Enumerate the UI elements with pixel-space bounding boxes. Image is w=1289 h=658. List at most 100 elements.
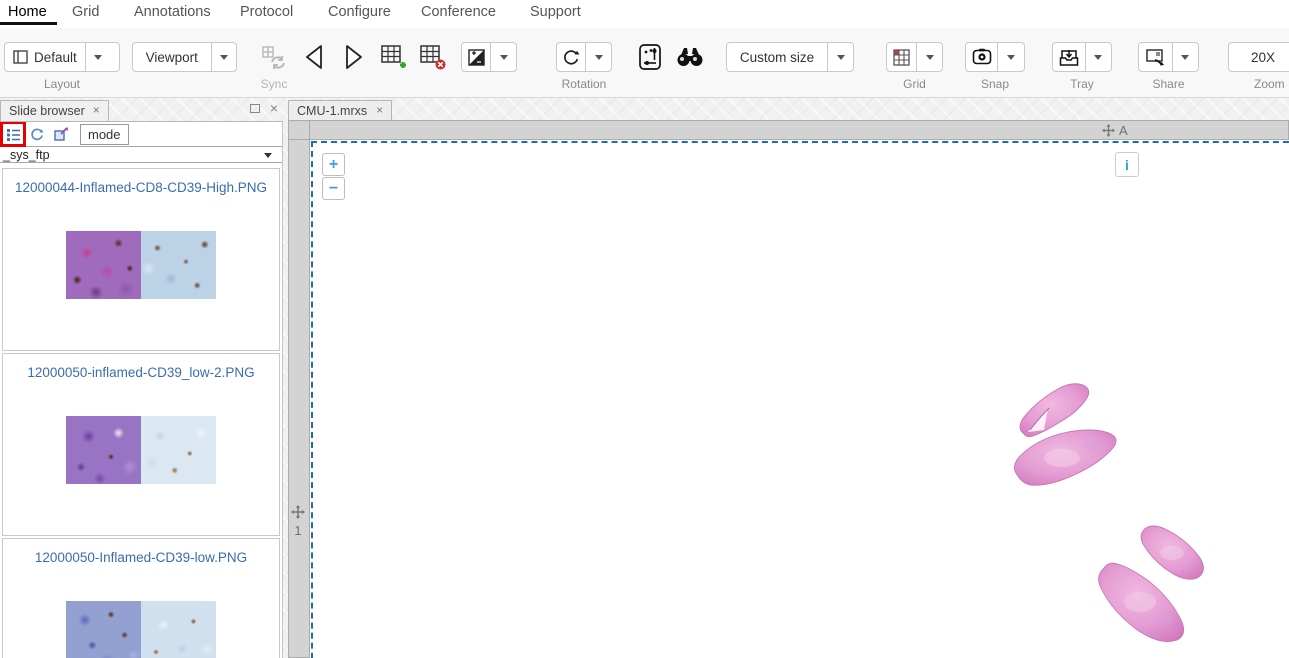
viewer-tab-close-icon[interactable]: × — [376, 104, 383, 120]
chevron-down-icon — [264, 153, 272, 158]
add-grid-group — [380, 42, 406, 72]
export-button[interactable] — [52, 125, 70, 143]
viewer-row-header: 1 — [288, 140, 310, 658]
slide-thumbnail[interactable] — [66, 231, 216, 299]
snap-group: Snap — [965, 42, 1025, 91]
brightness-contrast-icon — [468, 49, 485, 66]
folder-select[interactable]: _sys_ftp — [0, 146, 282, 163]
slide-name: 12000044-Inflamed-CD8-CD39-High.PNG — [3, 180, 279, 195]
tissue-piece-upper-large — [1014, 430, 1116, 485]
next-slide-button[interactable] — [343, 42, 365, 72]
zoom-out-button[interactable]: − — [322, 177, 345, 200]
binoculars-icon — [676, 46, 704, 68]
viewport-dropdown-button[interactable] — [211, 43, 236, 71]
viewport-group: Viewport — [132, 42, 237, 72]
menu-conference[interactable]: Conference — [421, 4, 496, 20]
slide-list-item[interactable]: 12000050-Inflamed-CD39-low.PNG — [2, 538, 280, 658]
move-icon — [291, 505, 305, 519]
custom-size-dropdown-button[interactable] — [827, 43, 853, 71]
share-group-label: Share — [1138, 77, 1199, 91]
refresh-button[interactable] — [28, 125, 46, 143]
slide-browser-tab[interactable]: Slide browser × — [0, 100, 109, 121]
zoom-group-label: Zoom — [1228, 77, 1289, 91]
sync-button[interactable] — [256, 42, 292, 72]
find-button[interactable] — [676, 42, 704, 72]
tray-button[interactable] — [1053, 43, 1085, 71]
share-group: Share — [1138, 42, 1199, 91]
share-button[interactable] — [1139, 43, 1172, 71]
rotation-group-label: Rotation — [556, 77, 612, 91]
thumbnail-right-stain — [141, 601, 216, 658]
share-icon — [1145, 48, 1166, 67]
brightness-contrast-button[interactable] — [462, 43, 490, 71]
viewer-column-header: A — [310, 120, 1289, 140]
zoom-level-button[interactable]: 20X — [1229, 43, 1289, 71]
slide-browser-toolbar: mode — [0, 122, 282, 146]
viewport-button[interactable]: Viewport — [133, 43, 211, 71]
snap-button[interactable] — [966, 43, 997, 71]
add-grid-button[interactable] — [380, 42, 406, 72]
next-group — [343, 42, 365, 72]
slide-thumbnail[interactable] — [66, 416, 216, 484]
remove-grid-button[interactable] — [419, 42, 446, 72]
share-dropdown-button[interactable] — [1172, 43, 1198, 71]
previous-slide-button[interactable] — [303, 42, 325, 72]
viewer-grid-corner — [288, 120, 310, 140]
panel-close-icon[interactable]: × — [270, 103, 278, 113]
sync-group-label: Sync — [256, 77, 292, 91]
layout-button[interactable]: Default — [5, 43, 85, 71]
brightness-group — [461, 42, 517, 72]
slide-browser-tab-close-icon[interactable]: × — [93, 104, 100, 116]
find-group — [676, 42, 704, 72]
menu-protocol[interactable]: Protocol — [240, 4, 293, 20]
column-marker[interactable]: A — [1102, 123, 1128, 138]
panel-restore-icon[interactable] — [250, 104, 260, 113]
rotation-button[interactable] — [557, 43, 585, 71]
row-marker[interactable]: 1 — [291, 505, 305, 538]
viewer-tab-label: CMU-1.mrxs — [297, 104, 367, 120]
menu-grid[interactable]: Grid — [72, 4, 99, 20]
layout-icon — [13, 50, 28, 64]
snap-dropdown-button[interactable] — [997, 43, 1024, 71]
chevron-down-icon — [1181, 55, 1189, 60]
menu-home-label: Home — [8, 4, 47, 20]
menu-home[interactable]: Home — [8, 4, 47, 20]
sync-icon — [261, 45, 287, 69]
grid-icon — [893, 49, 910, 66]
column-label: A — [1119, 123, 1128, 138]
menu-annotations[interactable]: Annotations — [134, 4, 211, 20]
zoom-in-button[interactable]: + — [322, 153, 345, 176]
refresh-icon — [30, 127, 44, 141]
slide-browser-tabrow: Slide browser × × — [0, 100, 283, 121]
toolbar: Default Layout Viewport Sync — [0, 28, 1289, 98]
chevron-down-icon — [1007, 55, 1015, 60]
grid-dropdown-button[interactable] — [916, 43, 942, 71]
grid-tool-button[interactable] — [887, 43, 916, 71]
rotation-dropdown-button[interactable] — [585, 43, 611, 71]
slide-browser-panel: mode _sys_ftp 12000044-Inflamed-CD8-CD39… — [0, 121, 283, 658]
viewer-canvas[interactable]: + − i — [310, 140, 1289, 658]
slide-list-item[interactable]: 12000050-inflamed-CD39_low-2.PNG — [2, 353, 280, 536]
image-adjustments-button[interactable] — [638, 42, 662, 72]
tray-icon — [1059, 48, 1079, 67]
tissue-sections-image — [1000, 370, 1289, 658]
sync-group: Sync — [256, 42, 292, 91]
info-button[interactable]: i — [1115, 152, 1139, 177]
tray-dropdown-button[interactable] — [1085, 43, 1111, 71]
custom-size-group: Custom size — [726, 42, 854, 72]
snap-group-label: Snap — [965, 77, 1025, 91]
mode-button[interactable]: mode — [80, 124, 129, 145]
menu-configure[interactable]: Configure — [328, 4, 391, 20]
list-view-button[interactable] — [4, 125, 22, 143]
zoom-level-value: 20X — [1251, 50, 1275, 65]
menu-support[interactable]: Support — [530, 4, 581, 20]
slide-thumbnail[interactable] — [66, 601, 216, 658]
adjustments-group — [638, 42, 662, 72]
layout-dropdown-button[interactable] — [85, 43, 111, 71]
slide-list-item[interactable]: 12000044-Inflamed-CD8-CD39-High.PNG — [2, 168, 280, 351]
custom-size-button[interactable]: Custom size — [727, 43, 827, 71]
brightness-dropdown-button[interactable] — [490, 43, 516, 71]
thumbnail-left-stain — [66, 416, 141, 484]
active-tab-underline — [0, 22, 57, 25]
viewer-tab[interactable]: CMU-1.mrxs × — [288, 100, 392, 120]
